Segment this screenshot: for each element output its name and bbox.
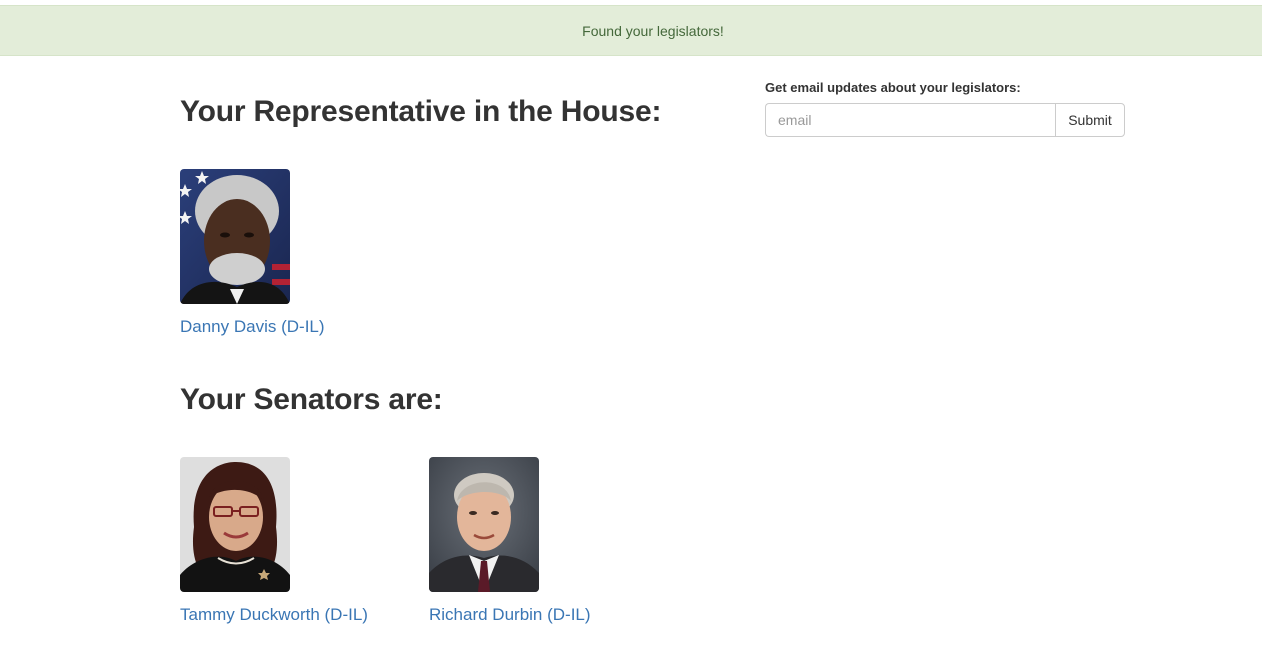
alert-message: Found your legislators! [582,22,724,39]
submit-button[interactable]: Submit [1055,103,1125,137]
success-alert: Found your legislators! [0,5,1262,56]
email-signup-input-group: Submit [765,103,1125,137]
senate-section-title: Your Senators are: [180,383,443,416]
email-signup-label: Get email updates about your legislators… [765,80,1021,95]
legislator-card-richard-durbin: Richard Durbin (D-IL) [429,457,669,625]
legislator-photo-tammy-duckworth[interactable] [180,457,290,592]
legislator-link-richard-durbin[interactable]: Richard Durbin (D-IL) [429,605,669,625]
legislator-card-tammy-duckworth: Tammy Duckworth (D-IL) [180,457,420,625]
legislator-link-danny-davis[interactable]: Danny Davis (D-IL) [180,317,420,337]
email-input[interactable] [765,103,1055,137]
legislator-photo-danny-davis[interactable] [180,169,290,304]
legislator-link-tammy-duckworth[interactable]: Tammy Duckworth (D-IL) [180,605,420,625]
house-section-title: Your Representative in the House: [180,95,662,128]
legislator-card-danny-davis: Danny Davis (D-IL) [180,169,420,337]
legislator-photo-richard-durbin[interactable] [429,457,539,592]
email-signup-form: Get email updates about your legislators… [765,80,1125,137]
